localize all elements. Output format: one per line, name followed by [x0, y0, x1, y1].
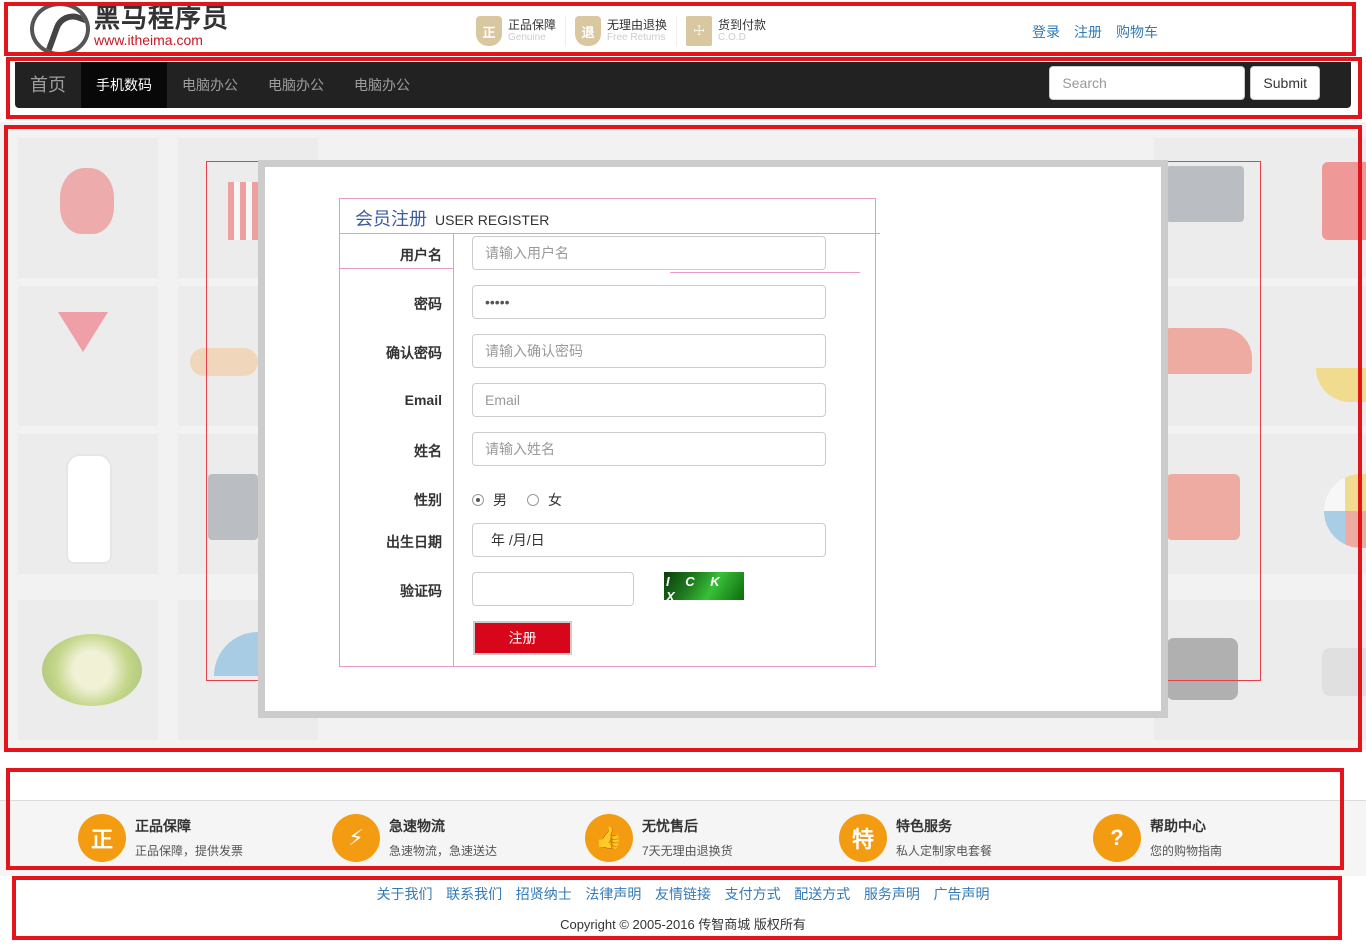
service-genuine[interactable]: 正 正品保障 正品保障，提供发票	[78, 814, 243, 862]
confirm-password-input[interactable]	[472, 334, 826, 368]
footer-link-jobs[interactable]: 招贤纳士	[516, 886, 572, 902]
birthday-input[interactable]: 年 /月/日	[472, 523, 826, 557]
cart-link[interactable]: 购物车	[1116, 22, 1158, 42]
nav-item-computers-2[interactable]: 电脑办公	[253, 62, 339, 108]
register-form: 会员注册 USER REGISTER 用户名 密码 确认密码 Email 姓名 性…	[339, 198, 880, 667]
logo-url: www.itheima.com	[94, 32, 203, 48]
copyright: Copyright © 2005-2016 传智商城 版权所有	[560, 917, 806, 932]
confirm-password-label: 确认密码	[386, 345, 442, 361]
search-input[interactable]	[1049, 66, 1246, 100]
username-label: 用户名	[400, 247, 442, 263]
footer-link-delivery[interactable]: 配送方式	[794, 886, 850, 902]
search-submit-button[interactable]: Submit	[1250, 66, 1320, 100]
search-form: Submit	[1049, 66, 1320, 100]
gender-female-label[interactable]: 女	[548, 490, 562, 510]
gender-male-radio[interactable]	[472, 494, 484, 506]
genuine-icon: 正	[78, 814, 126, 862]
horse-logo-icon	[30, 2, 90, 56]
captcha-image[interactable]: I C K X	[664, 572, 744, 604]
login-link[interactable]: 登录	[1032, 22, 1060, 42]
username-input[interactable]	[472, 236, 826, 270]
service-promises: 正 正品保障 Genuine 退 无理由退换 Free Returns ☩ 货到付款…	[476, 16, 775, 46]
logo-title: 黑马程序员	[94, 3, 230, 33]
nav-item-computers-3[interactable]: 电脑办公	[339, 62, 425, 108]
gender-female-radio[interactable]	[527, 494, 539, 506]
email-input[interactable]	[472, 383, 826, 417]
captcha-input[interactable]	[472, 572, 634, 606]
logo[interactable]: 黑马程序员 www.itheima.com	[30, 2, 229, 56]
nav-item-phones[interactable]: 手机数码	[81, 62, 167, 108]
main-navbar: 首页 手机数码 电脑办公 电脑办公 电脑办公 Submit	[15, 62, 1351, 108]
lightning-icon: ⚡	[332, 814, 380, 862]
genuine-shield-icon: 正	[476, 16, 502, 46]
thumbs-up-icon: 👍	[585, 814, 633, 862]
register-section: 会员注册 USER REGISTER 用户名 密码 确认密码 Email 姓名 性…	[0, 122, 1366, 750]
gift-icon: ☩	[686, 16, 713, 46]
footer-link-friends[interactable]: 友情链接	[655, 886, 711, 902]
form-title-en: USER REGISTER	[435, 212, 550, 228]
name-input[interactable]	[472, 432, 826, 466]
password-input[interactable]	[472, 285, 826, 319]
service-help[interactable]: ? 帮助中心 您的购物指南	[1093, 814, 1222, 862]
gender-label: 性别	[414, 492, 442, 508]
birthday-label: 出生日期	[386, 534, 442, 550]
footer-link-contact[interactable]: 联系我们	[446, 886, 502, 902]
form-title-cn: 会员注册	[355, 209, 427, 229]
password-label: 密码	[414, 296, 442, 312]
register-panel: 会员注册 USER REGISTER 用户名 密码 确认密码 Email 姓名 性…	[258, 160, 1168, 718]
returns-shield-icon: 退	[575, 16, 602, 46]
first-aid-icon	[1322, 648, 1366, 696]
form-heading: 会员注册 USER REGISTER	[355, 205, 549, 231]
promise-genuine: 正 正品保障 Genuine	[476, 16, 567, 46]
register-button[interactable]: 注册	[473, 621, 572, 655]
kiwi-icon	[42, 634, 142, 706]
gender-male-label[interactable]: 男	[493, 490, 507, 510]
service-shipping[interactable]: ⚡ 急速物流 急速物流，急速送达	[332, 814, 497, 862]
footer-link-service[interactable]: 服务声明	[864, 886, 920, 902]
question-mark-icon: ?	[1093, 814, 1141, 862]
services-bar: 正 正品保障 正品保障，提供发票 ⚡ 急速物流 急速物流，急速送达 👍 无忧售后 7天…	[0, 800, 1366, 876]
top-links: 登录 注册 购物车	[1032, 22, 1158, 42]
captcha-label: 验证码	[400, 583, 442, 599]
card-icon	[1322, 162, 1366, 240]
apple-icon	[60, 168, 114, 234]
service-aftersales[interactable]: 👍 无忧售后 7天无理由退换货	[585, 814, 733, 862]
footer-link-about[interactable]: 关于我们	[377, 886, 433, 902]
nav-home[interactable]: 首页	[15, 62, 81, 108]
bottle-icon	[66, 454, 112, 564]
promise-returns: 退 无理由退换 Free Returns	[566, 16, 678, 46]
site-header: 黑马程序员 www.itheima.com 正 正品保障 Genuine 退 无理…	[0, 0, 1366, 56]
register-link[interactable]: 注册	[1074, 22, 1102, 42]
site-footer: 关于我们 联系我们 招贤纳士 法律声明 友情链接 支付方式 配送方式 服务声明 …	[0, 876, 1366, 952]
nav-item-computers-1[interactable]: 电脑办公	[167, 62, 253, 108]
promise-cod: ☩ 货到付款 C.O.D	[677, 16, 775, 46]
gender-radio-group: 男 女	[472, 490, 582, 510]
name-label: 姓名	[414, 443, 442, 459]
footer-link-payment[interactable]: 支付方式	[725, 886, 781, 902]
service-special[interactable]: 特 特色服务 私人定制家电套餐	[839, 814, 992, 862]
footer-link-legal[interactable]: 法律声明	[585, 886, 641, 902]
footer-link-ads[interactable]: 广告声明	[934, 886, 990, 902]
email-label: Email	[404, 392, 442, 408]
footer-links: 关于我们 联系我们 招贤纳士 法律声明 友情链接 支付方式 配送方式 服务声明 …	[0, 884, 1366, 904]
special-icon: 特	[839, 814, 887, 862]
